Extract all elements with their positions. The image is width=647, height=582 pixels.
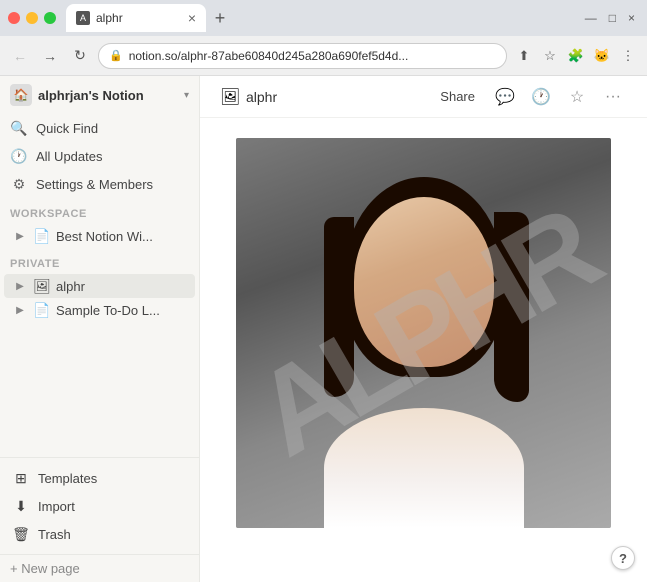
main-content: 🖼 alphr Share 💬 🕐 ☆ ··· [200,76,647,582]
sidebar-item-label: alphr [56,279,187,294]
share-nav-icon[interactable]: ⬆ [513,45,535,67]
sidebar: 🏠 alphrjan's Notion ▾ 🔍 Quick Find 🕐 All… [0,76,200,582]
workspace-name: alphrjan's Notion [38,88,178,103]
quick-find-label: Quick Find [36,121,98,136]
active-tab[interactable]: A alphr × [66,4,206,32]
extensions-icon[interactable]: 🧩 [565,45,587,67]
featured-image: ALPHR [236,138,611,528]
templates-label: Templates [38,471,97,486]
toggle-icon: ▶ [12,302,28,318]
page-title: alphr [246,89,277,105]
hair-right [494,212,529,402]
page-icon: 🖼 [34,278,50,294]
quick-find-item[interactable]: 🔍 Quick Find [0,114,199,142]
new-page-label: + New page [10,561,80,576]
all-updates-item[interactable]: 🕐 All Updates [0,142,199,170]
page-body: ALPHR [200,118,647,582]
portrait-face [344,197,504,392]
share-button[interactable]: Share [432,85,483,108]
window-controls-right: — □ × [585,11,639,25]
page-icon: 🖼 [220,87,240,107]
back-button[interactable]: ← [8,44,32,68]
toggle-icon: ▶ [12,278,28,294]
profile-icon[interactable]: 🐱 [591,45,613,67]
settings-icon: ⚙ [10,175,28,193]
title-bar: A alphr × + — □ × [0,0,647,36]
sidebar-item-sample-todo[interactable]: ▶ 📄 Sample To-Do L... [4,298,195,322]
doc-icon: 📄 [34,302,50,318]
maximize-button[interactable] [44,12,56,24]
new-tab-button[interactable]: + [206,4,234,32]
favorite-icon[interactable]: ☆ [563,83,591,111]
templates-icon: ⊞ [12,469,30,487]
window-controls [8,12,56,24]
page-title-area: 🖼 alphr [220,87,424,107]
private-section-label: PRIVATE [0,248,199,274]
trash-label: Trash [38,527,71,542]
import-icon: ⬇ [12,497,30,515]
new-page-button[interactable]: + New page [0,554,199,582]
trash-item[interactable]: 🗑 Trash [4,520,195,548]
portrait-background [236,138,611,528]
close-button[interactable] [8,12,20,24]
menu-icon[interactable]: ⋮ [617,45,639,67]
workspace-chevron-icon: ▾ [184,90,189,101]
all-updates-label: All Updates [36,149,102,164]
sidebar-item-label: Sample To-Do L... [56,303,187,318]
import-item[interactable]: ⬇ Import [4,492,195,520]
import-label: Import [38,499,75,514]
lock-icon: 🔒 [109,49,123,62]
tab-title: alphr [96,11,182,25]
share-label: Share [440,89,475,104]
sidebar-item-label: Best Notion Wi... [56,229,187,244]
settings-label: Settings & Members [36,177,153,192]
doc-icon: 📄 [34,228,50,244]
bookmark-icon[interactable]: ☆ [539,45,561,67]
window-close-icon[interactable]: × [628,11,635,25]
comments-icon[interactable]: 💬 [491,83,519,111]
header-actions: Share 💬 🕐 ☆ ··· [432,83,627,111]
sidebar-bottom: ⊞ Templates ⬇ Import 🗑 Trash [0,457,199,554]
tab-favicon: A [76,11,90,25]
history-icon[interactable]: 🕐 [527,83,555,111]
hair-left [324,217,354,397]
trash-icon: 🗑 [12,525,30,543]
window-minimize-icon[interactable]: — [585,11,597,25]
tab-bar: A alphr × + [66,4,581,32]
toggle-icon: ▶ [12,228,28,244]
reload-button[interactable]: ↻ [68,44,92,68]
sidebar-item-alphr[interactable]: ▶ 🖼 alphr [4,274,195,298]
address-text: notion.so/alphr-87abe60840d245a280a690fe… [129,49,496,63]
help-button[interactable]: ? [611,546,635,570]
clock-icon: 🕐 [10,147,28,165]
app-content: 🏠 alphrjan's Notion ▾ 🔍 Quick Find 🕐 All… [0,76,647,582]
workspace-icon: 🏠 [10,84,32,106]
face [354,197,494,367]
nav-actions: ⬆ ☆ 🧩 🐱 ⋮ [513,45,639,67]
forward-button[interactable]: → [38,44,62,68]
body [324,408,524,528]
sidebar-item-best-notion[interactable]: ▶ 📄 Best Notion Wi... [4,224,195,248]
workspace-header[interactable]: 🏠 alphrjan's Notion ▾ [0,76,199,114]
workspace-section-label: WORKSPACE [0,198,199,224]
templates-item[interactable]: ⊞ Templates [4,464,195,492]
tab-close-button[interactable]: × [188,11,196,25]
more-icon[interactable]: ··· [599,83,627,111]
browser-frame: A alphr × + — □ × ← → ↻ 🔒 notion.so/alph… [0,0,647,582]
settings-item[interactable]: ⚙ Settings & Members [0,170,199,198]
window-restore-icon[interactable]: □ [609,11,616,25]
minimize-button[interactable] [26,12,38,24]
address-bar[interactable]: 🔒 notion.so/alphr-87abe60840d245a280a690… [98,43,507,69]
nav-bar: ← → ↻ 🔒 notion.so/alphr-87abe60840d245a2… [0,36,647,76]
page-header: 🖼 alphr Share 💬 🕐 ☆ ··· [200,76,647,118]
search-icon: 🔍 [10,119,28,137]
